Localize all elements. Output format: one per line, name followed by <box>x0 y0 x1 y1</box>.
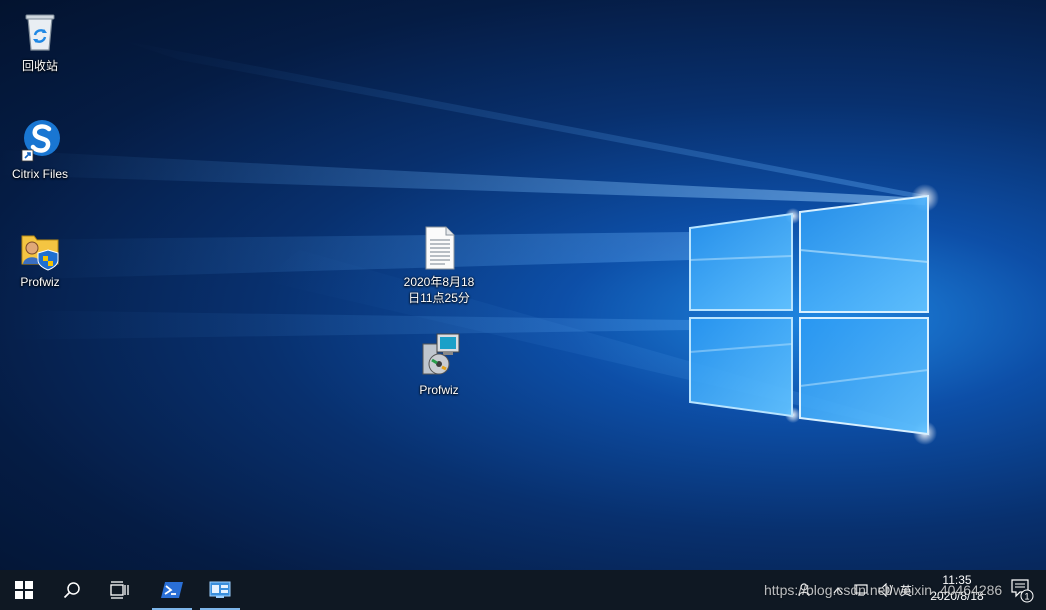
citrix-files[interactable]: Citrix Files <box>1 116 79 182</box>
chevron-up-icon <box>833 586 843 594</box>
citrix-files-icon <box>21 120 60 162</box>
input-method-indicator[interactable]: 英 <box>900 582 912 599</box>
recycle-bin[interactable]: 回收站 <box>1 8 79 74</box>
notification-icon: 1 <box>1011 579 1034 603</box>
server-manager-icon <box>209 581 231 598</box>
network-tray[interactable] <box>794 570 814 610</box>
windows-start-icon <box>15 581 33 599</box>
clock-time: 11:35 <box>942 573 972 587</box>
taskbar-app-powershell[interactable] <box>148 570 196 610</box>
notification-count: 1 <box>1024 592 1029 602</box>
speaker-icon <box>878 583 893 597</box>
task-view-button[interactable] <box>96 570 144 610</box>
wallpaper-windows-logo <box>689 194 929 436</box>
task-view-icon <box>110 581 129 599</box>
display-tray[interactable] <box>852 570 870 610</box>
clock-date: 2020/8/18 <box>930 589 984 603</box>
powershell-icon <box>161 582 183 598</box>
start-button[interactable] <box>0 570 48 610</box>
profwiz-shortcut[interactable]: Profwiz <box>1 224 79 290</box>
search-button[interactable] <box>48 570 96 610</box>
clock[interactable]: 11:35 2020/8/18 <box>922 572 992 604</box>
citrix-files-label: Citrix Files <box>12 167 68 181</box>
volume-tray[interactable] <box>876 570 896 610</box>
profwiz-shortcut-icon <box>21 235 59 271</box>
taskbar-app-server-manager[interactable] <box>196 570 244 610</box>
show-hidden-icons-button[interactable] <box>830 570 846 610</box>
profwiz-installer-icon <box>422 333 460 375</box>
profwiz-installer[interactable]: Profwiz <box>400 332 478 398</box>
profwiz-installer-label: Profwiz <box>419 383 459 397</box>
action-center-button[interactable]: 1 <box>1002 570 1042 610</box>
text-document[interactable]: 2020年8月18 日11点25分 <box>400 224 478 306</box>
recycle-bin-label: 回收站 <box>21 59 58 73</box>
taskbar: 英 11:35 2020/8/18 1 <box>0 570 1046 610</box>
recycle-bin-icon <box>25 14 55 51</box>
text-document-icon <box>425 226 455 270</box>
search-icon <box>63 582 80 599</box>
monitor-icon <box>854 584 868 596</box>
desktop-wallpaper: 回收站 Citrix Files Profwiz 2020年8月18 日11点2… <box>0 0 1046 570</box>
text-document-label: 2020年8月18 日11点25分 <box>403 275 475 305</box>
profwiz-shortcut-label: Profwiz <box>20 275 60 289</box>
user-network-icon <box>798 583 810 597</box>
